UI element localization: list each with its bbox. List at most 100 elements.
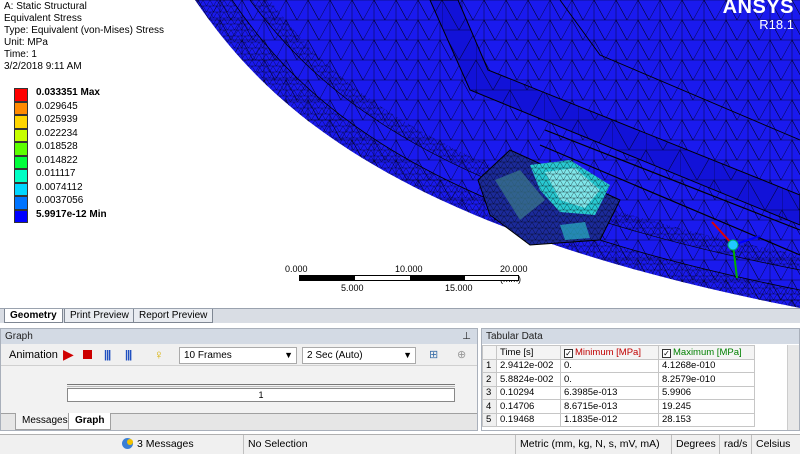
result-info: A: Static Structural Equivalent Stress T… [4,1,164,73]
animation-label: Animation [9,349,58,361]
view-tab-strip: Geometry Print Preview Report Preview [0,308,800,323]
scale-label-bottom: 5.000 [341,283,364,293]
col-header-minimum[interactable]: ✓ Minimum [MPa] [560,345,659,360]
legend-label: 0.0074112 [36,181,83,193]
table-cell[interactable]: 5.9906 [658,385,755,400]
legend-label: 5.9917e-12 Min [36,208,107,220]
legend-label: 0.033351 Max [36,87,100,98]
table-cell[interactable]: 6.3985e-013 [560,385,659,400]
lightbulb-icon[interactable]: ♀ [154,347,164,363]
legend-label: 0.018528 [36,141,78,152]
table-row[interactable]: 1 2.9412e-002 0. 4.1268e-010 [482,358,755,373]
table-cell[interactable]: 0.14706 [496,399,561,414]
timeline-bar[interactable]: 1 [67,388,455,402]
legend-swatch [14,128,28,142]
graph-bottom-tabs: Messages Graph [1,413,477,430]
table-row[interactable]: 5 0.19468 1.1835e-012 28.153 [482,412,755,427]
col-header-maximum[interactable]: ✓ Maximum [MPa] [658,345,755,360]
legend-swatch [14,115,28,129]
legend-label: 0.011117 [36,168,76,179]
table-cell[interactable]: 0.19468 [496,412,561,427]
table-cell[interactable]: 1.1835e-012 [560,412,659,427]
ansys-logo: ANSYS R18.1 [723,0,794,31]
table-cell[interactable]: 0. [560,358,659,373]
play-icon[interactable]: ▶ [63,347,74,363]
duration-select[interactable]: 2 Sec (Auto) ▼ [302,347,416,364]
table-cell[interactable]: 8.2579e-010 [658,372,755,387]
table-row[interactable]: 2 5.8824e-002 0. 8.2579e-010 [482,372,755,387]
col-header-time[interactable]: Time [s] [496,345,561,360]
rate-unit[interactable]: rad/s [720,435,752,454]
frames-value: 10 Frames [184,350,232,361]
legend-label: 0.029645 [36,100,78,112]
frames-result-icon[interactable]: ||| [125,347,132,363]
tab-graph[interactable]: Graph [68,413,112,430]
legend-swatch [14,88,28,102]
stop-icon[interactable] [83,347,92,363]
table-cell[interactable]: 0. [560,372,659,387]
table-cell[interactable]: 4.1268e-010 [658,358,755,373]
frames-select[interactable]: 10 Frames ▼ [179,347,297,364]
temperature-unit[interactable]: Celsius [752,435,800,454]
table-row[interactable]: 4 0.14706 8.6715e-013 19.245 [482,399,755,414]
tab-print-preview[interactable]: Print Preview [64,309,135,323]
status-bar: 3 Messages No Selection Metric (mm, kg, … [0,434,800,454]
result-type: Type: Equivalent (von-Mises) Stress [4,25,165,36]
pin-icon[interactable]: ⊥ [462,329,471,344]
export-icon[interactable]: ⊞ [429,347,438,363]
scale-label-top: 0.000 [285,264,308,274]
graph-panel-title: Graph ⊥ [1,329,477,344]
tab-messages[interactable]: Messages [15,413,75,430]
tab-report-preview[interactable]: Report Preview [133,309,214,323]
messages-icon [122,438,133,449]
table-cell[interactable]: 0.10294 [496,385,561,400]
legend-swatch [14,155,28,169]
graphics-viewport[interactable]: A: Static Structural Equivalent Stress T… [0,0,800,308]
legend-swatch [14,169,28,183]
legend-label: 0.014822 [36,154,78,166]
legend-label: 0.022234 [36,127,78,139]
legend-swatch [14,142,28,156]
timeline-track[interactable] [67,384,455,387]
table-cell[interactable]: 2.9412e-002 [496,358,561,373]
legend-swatch [14,101,28,115]
graph-title: Graph [5,331,33,342]
row-number: 2 [482,372,497,387]
row-number: 1 [482,358,497,373]
graph-panel: Graph ⊥ Animation ▶ ||| ||| ♀ 10 Frames … [0,328,478,431]
tabular-panel-title: Tabular Data [482,329,799,344]
checkbox-icon[interactable]: ✓ [564,348,573,358]
messages-status[interactable]: 3 Messages [118,435,244,454]
frames-distributed-icon[interactable]: ||| [104,347,111,363]
brand-name: ANSYS [722,0,794,18]
result-unit: Unit: MPa [4,37,48,48]
scale-label-top: 10.000 [395,264,423,274]
table-row[interactable]: 3 0.10294 6.3985e-013 5.9906 [482,385,755,400]
legend-label: 0.025939 [36,114,78,125]
scale-ruler: 0.000 10.000 20.000 (mm) 5.000 15.000 [285,262,528,294]
table-cell[interactable]: 19.245 [658,399,755,414]
animation-toolbar: Animation ▶ ||| ||| ♀ 10 Frames ▼ 2 Sec … [1,344,477,366]
vertical-scrollbar[interactable] [787,345,799,430]
result-date: 3/2/2018 9:11 AM [4,61,82,72]
tabular-table: Time [s] ✓ Minimum [MPa] ✓ Maximum [MPa] 1… [482,345,755,427]
status-spacer [0,435,118,454]
row-number: 5 [482,412,497,427]
angle-unit[interactable]: Degrees [672,435,720,454]
unit-system[interactable]: Metric (mm, kg, N, s, mV, mA) [516,435,672,454]
tabular-title: Tabular Data [486,331,543,342]
tabular-data-panel: Tabular Data Time [s] ✓ Minimum [MPa] ✓ Ma… [481,328,800,431]
table-cell[interactable]: 5.8824e-002 [496,372,561,387]
version-label: R18.1 [759,17,794,32]
scale-label-bottom: 15.000 [445,283,473,293]
table-cell[interactable]: 28.153 [658,412,755,427]
tab-geometry[interactable]: Geometry [4,309,63,323]
table-cell[interactable]: 8.6715e-013 [560,399,659,414]
zoom-icon[interactable]: ⊕ [457,347,466,363]
legend-label: 0.0037056 [36,195,84,206]
selection-status: No Selection [244,435,516,454]
checkbox-icon[interactable]: ✓ [662,348,671,358]
legend-swatch [14,209,28,223]
messages-count: 3 Messages [137,438,194,450]
table-header-row: Time [s] ✓ Minimum [MPa] ✓ Maximum [MPa] [482,345,755,360]
